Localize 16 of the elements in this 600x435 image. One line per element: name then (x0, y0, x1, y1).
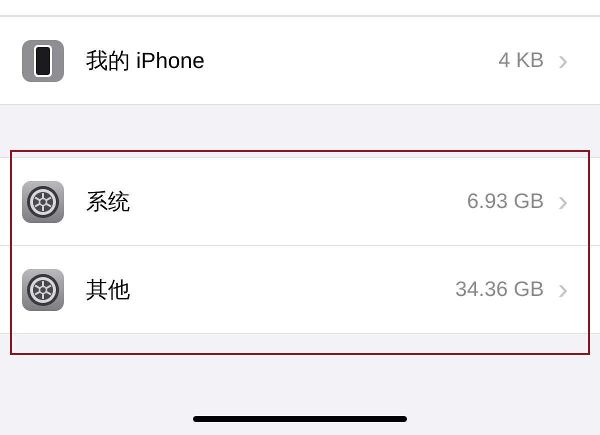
list-row[interactable]: 我的 iPhone 4 KB › (0, 17, 600, 104)
row-label: 系统 (86, 188, 131, 216)
row-label: 其他 (86, 276, 131, 304)
chevron-icon: › (558, 186, 568, 216)
size-value: 34.36 GB (455, 278, 544, 302)
list-row[interactable]: 系统 6.93 GB › (0, 158, 600, 245)
gear-icon (22, 180, 64, 222)
chevron-icon: › (558, 46, 568, 76)
home-indicator[interactable] (193, 416, 407, 422)
size-value: 6.93 GB (466, 190, 544, 214)
gear-icon (22, 268, 64, 310)
chevron-icon: › (558, 274, 568, 304)
phone-icon (22, 40, 64, 82)
row-label: 我的 iPhone (86, 46, 206, 74)
size-value: 4 KB (498, 48, 544, 72)
list-row[interactable]: 其他 34.36 GB › (0, 245, 600, 333)
